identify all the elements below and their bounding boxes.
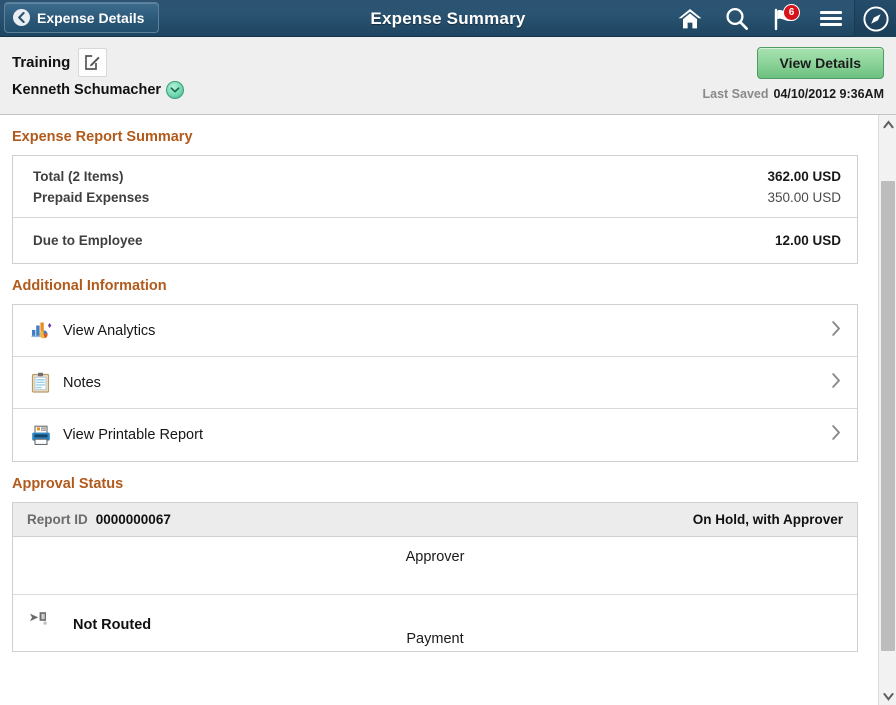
back-button-label: Expense Details bbox=[37, 10, 144, 26]
header-actions: 6 bbox=[666, 0, 896, 37]
clipboard-notes-icon bbox=[31, 372, 57, 393]
analytics-chart-icon bbox=[31, 321, 57, 340]
approval-stage-payment: Not Routed Payment bbox=[13, 595, 857, 651]
additional-information-heading: Additional Information bbox=[0, 264, 878, 304]
view-details-button[interactable]: View Details bbox=[757, 47, 884, 79]
list-item-label: View Analytics bbox=[63, 323, 155, 339]
expense-report-summary-heading: Expense Report Summary bbox=[0, 115, 878, 155]
summary-rows: Total (2 Items) 362.00 USD Prepaid Expen… bbox=[13, 156, 857, 217]
hamburger-lines bbox=[820, 8, 842, 29]
approval-stage-title: Approver bbox=[406, 549, 465, 565]
total-value: 362.00 USD bbox=[767, 169, 841, 184]
summary-row-due: Due to Employee 12.00 USD bbox=[33, 230, 841, 251]
edit-pencil-icon[interactable] bbox=[78, 48, 107, 77]
last-saved: Last Saved 04/10/2012 9:36AM bbox=[702, 87, 884, 101]
back-button[interactable]: Expense Details bbox=[4, 2, 159, 33]
due-to-employee-value: 12.00 USD bbox=[775, 233, 841, 248]
chevron-right-icon bbox=[831, 372, 841, 393]
report-name-row: Training bbox=[12, 46, 184, 78]
summary-row-prepaid: Prepaid Expenses 350.00 USD bbox=[33, 187, 841, 208]
scrollbar-thumb[interactable] bbox=[881, 181, 895, 651]
list-item-notes[interactable]: Notes bbox=[13, 357, 857, 409]
last-saved-label: Last Saved bbox=[702, 87, 768, 101]
employee-row: Kenneth Schumacher bbox=[12, 81, 184, 99]
employee-name: Kenneth Schumacher bbox=[12, 82, 161, 98]
page-body: Expense Report Summary Total (2 Items) 3… bbox=[0, 115, 896, 705]
vertical-scrollbar[interactable] bbox=[878, 115, 896, 705]
summary-due-group: Due to Employee 12.00 USD bbox=[13, 218, 857, 263]
scroll-down-arrow-icon[interactable] bbox=[879, 687, 896, 705]
list-item-label: Notes bbox=[63, 375, 101, 391]
subheader-right: View Details Last Saved 04/10/2012 9:36AM bbox=[702, 47, 884, 101]
approval-status-panel: Report ID 0000000067 On Hold, with Approv… bbox=[12, 502, 858, 652]
report-id-value: 0000000067 bbox=[96, 512, 171, 527]
chevron-right-icon bbox=[831, 320, 841, 341]
routed-status-text: Not Routed bbox=[73, 617, 151, 633]
notification-badge: 6 bbox=[783, 4, 800, 21]
approval-status-heading: Approval Status bbox=[0, 462, 878, 502]
summary-row-total: Total (2 Items) 362.00 USD bbox=[33, 166, 841, 187]
total-label: Total (2 Items) bbox=[33, 169, 124, 184]
due-to-employee-label: Due to Employee bbox=[33, 233, 143, 248]
home-icon[interactable] bbox=[666, 0, 713, 37]
search-icon[interactable] bbox=[713, 0, 760, 37]
report-id-group: Report ID 0000000067 bbox=[27, 512, 171, 527]
additional-information-panel: View Analytics bbox=[12, 304, 858, 462]
prepaid-label: Prepaid Expenses bbox=[33, 190, 149, 205]
back-chevron-icon bbox=[13, 9, 30, 26]
chevron-down-circle-icon[interactable] bbox=[166, 81, 184, 99]
notifications-flag-icon[interactable]: 6 bbox=[760, 0, 807, 37]
expense-report-summary-panel: Total (2 Items) 362.00 USD Prepaid Expen… bbox=[12, 155, 858, 264]
approval-status-header: Report ID 0000000067 On Hold, with Approv… bbox=[13, 503, 857, 537]
scroll-content: Expense Report Summary Total (2 Items) 3… bbox=[0, 115, 878, 705]
prepaid-value: 350.00 USD bbox=[767, 190, 841, 205]
app-header: Expense Details Expense Summary bbox=[0, 0, 896, 37]
subheader-left: Training Kenneth Schumacher bbox=[12, 46, 184, 99]
list-item-view-printable-report[interactable]: View Printable Report bbox=[13, 409, 857, 461]
last-saved-value: 04/10/2012 9:36AM bbox=[774, 87, 885, 101]
printer-icon bbox=[31, 425, 57, 445]
list-item-label: View Printable Report bbox=[63, 427, 203, 443]
report-subheader: Training Kenneth Schumacher View Details bbox=[0, 37, 896, 115]
menu-hamburger-icon[interactable] bbox=[807, 0, 854, 37]
expense-summary-page: Expense Details Expense Summary bbox=[0, 0, 896, 705]
scroll-up-arrow-icon[interactable] bbox=[879, 115, 896, 133]
report-id-label: Report ID bbox=[27, 512, 88, 527]
not-routed-icon bbox=[29, 611, 48, 633]
list-item-view-analytics[interactable]: View Analytics bbox=[13, 305, 857, 357]
status-badge: On Hold, with Approver bbox=[693, 512, 843, 527]
nav-compass-icon[interactable] bbox=[854, 0, 896, 37]
report-name: Training bbox=[12, 54, 70, 71]
approval-stage-approver: Approver bbox=[13, 537, 857, 595]
chevron-right-icon bbox=[831, 425, 841, 446]
